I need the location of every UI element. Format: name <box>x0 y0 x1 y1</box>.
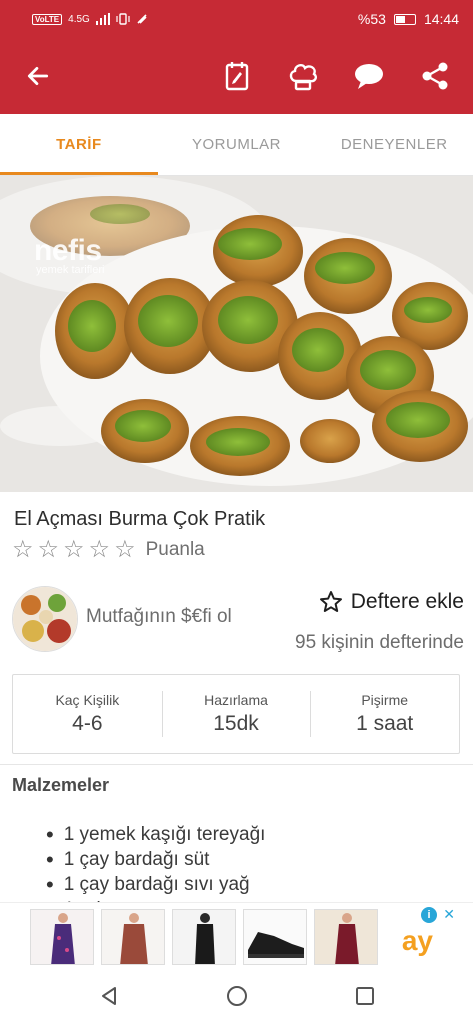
notebook-count: 95 kişinin defterinde <box>295 632 464 653</box>
system-nav-bar <box>0 968 473 1024</box>
black-dress-image <box>173 910 235 964</box>
section-divider <box>0 764 473 765</box>
list-item: 1 çay bardağı sıvı yağ <box>46 872 446 897</box>
recipe-photo[interactable]: nefis yemek tarifleri <box>0 176 473 492</box>
star-icon[interactable]: ☆ <box>12 538 34 562</box>
recipe-info-card: Kaç Kişilik 4-6 Hazırlama 15dk Pişirme 1… <box>12 674 460 754</box>
tab-yorumlar[interactable]: YORUMLAR <box>158 114 316 175</box>
list-item: 1 çay bardağı süt <box>46 847 446 872</box>
star-icon[interactable]: ☆ <box>38 538 60 562</box>
app-bar <box>0 38 473 114</box>
ad-close-icon[interactable]: ✕ <box>443 906 455 923</box>
nav-back-button[interactable] <box>81 972 137 1020</box>
status-left: VoLTE 4.5G <box>32 13 148 25</box>
add-to-notebook-button[interactable]: Deftere ekle <box>319 590 464 614</box>
ad-brand-logo[interactable]: ay <box>402 925 433 957</box>
volte-badge: VoLTE <box>32 13 63 25</box>
share-icon <box>422 62 448 90</box>
network-type: 4.5G <box>68 13 90 25</box>
share-button[interactable] <box>415 56 455 96</box>
back-triangle-icon <box>101 987 116 1005</box>
list-item: 1 yemek kaşığı tereyağı <box>46 822 446 847</box>
ad-product-coat[interactable] <box>101 909 165 965</box>
ingredients-list: 1 yemek kaşığı tereyağı 1 çay bardağı sü… <box>46 822 446 911</box>
coat-image <box>102 910 164 964</box>
nav-home-button[interactable] <box>209 972 265 1020</box>
watermark-brand: nefis <box>34 234 102 267</box>
watermark-sub: yemek tarifleri <box>36 264 105 276</box>
clock: 14:44 <box>423 11 459 27</box>
ad-product-red-dress[interactable] <box>314 909 378 965</box>
rate-label[interactable]: Puanla <box>146 539 205 561</box>
author-name[interactable]: Mutfağının $€fi ol <box>86 606 232 628</box>
arrow-left-icon <box>27 67 49 85</box>
home-circle-icon <box>226 986 247 1006</box>
recipe-title: El Açması Burma Çok Pratik <box>14 508 266 530</box>
status-bar: VoLTE 4.5G %53 14:44 <box>0 0 473 38</box>
notebook-button[interactable] <box>217 56 257 96</box>
servings-label: Kaç Kişilik <box>55 692 120 708</box>
chef-hat-button[interactable] <box>283 56 323 96</box>
star-icon[interactable]: ☆ <box>63 538 85 562</box>
battery-fill <box>395 15 405 23</box>
comment-icon <box>355 64 383 89</box>
cook-label: Pişirme <box>361 692 409 708</box>
red-dress-image <box>315 910 377 964</box>
notification-icon <box>137 14 147 24</box>
signal-icon <box>95 13 110 25</box>
ad-product-black-dress[interactable] <box>172 909 236 965</box>
chef-hat-icon <box>289 63 318 91</box>
prep-value: 15dk <box>213 712 259 735</box>
rating-row[interactable]: ☆ ☆ ☆ ☆ ☆ Puanla <box>12 538 205 562</box>
vibrate-icon <box>116 13 130 25</box>
battery-icon <box>393 13 416 25</box>
tab-tarif[interactable]: TARİF <box>0 114 158 175</box>
servings-info: Kaç Kişilik 4-6 <box>13 675 162 753</box>
star-icon[interactable]: ☆ <box>89 538 111 562</box>
recents-square-icon <box>355 987 374 1005</box>
app-bar-actions <box>217 56 455 96</box>
ad-product-dress[interactable] <box>30 909 94 965</box>
tab-deneyenler[interactable]: DENEYENLER <box>315 114 473 175</box>
dress-image <box>31 910 93 964</box>
nefis-watermark: nefis yemek tarifleri <box>34 234 104 276</box>
comment-button[interactable] <box>349 56 389 96</box>
add-to-notebook-label: Deftere ekle <box>350 590 464 613</box>
ingredients-title: Malzemeler <box>12 775 110 795</box>
tab-bar: TARİF YORUMLAR DENEYENLER <box>0 114 473 176</box>
cook-info: Pişirme 1 saat <box>310 675 459 753</box>
star-outline-icon <box>319 591 342 612</box>
ad-product-sneaker[interactable] <box>243 909 307 965</box>
nav-recents-button[interactable] <box>337 972 393 1020</box>
ad-banner[interactable]: i ✕ ay <box>0 902 473 968</box>
avatar[interactable] <box>12 586 78 652</box>
ad-info-icon[interactable]: i <box>421 907 437 923</box>
sneaker-image <box>244 910 306 964</box>
status-right: %53 14:44 <box>358 11 459 27</box>
prep-info: Hazırlama 15dk <box>161 675 311 753</box>
cook-value: 1 saat <box>356 712 414 735</box>
baklava-image <box>0 176 473 492</box>
author-row: Mutfağının $€fi ol Deftere ekle 95 kişin… <box>12 584 464 664</box>
prep-label: Hazırlama <box>204 692 268 708</box>
avatar-image <box>13 587 77 651</box>
battery-percent: %53 <box>357 11 386 27</box>
servings-value: 4-6 <box>72 712 103 735</box>
notebook-icon <box>225 62 249 91</box>
back-button[interactable] <box>18 56 58 96</box>
star-icon[interactable]: ☆ <box>114 538 136 562</box>
